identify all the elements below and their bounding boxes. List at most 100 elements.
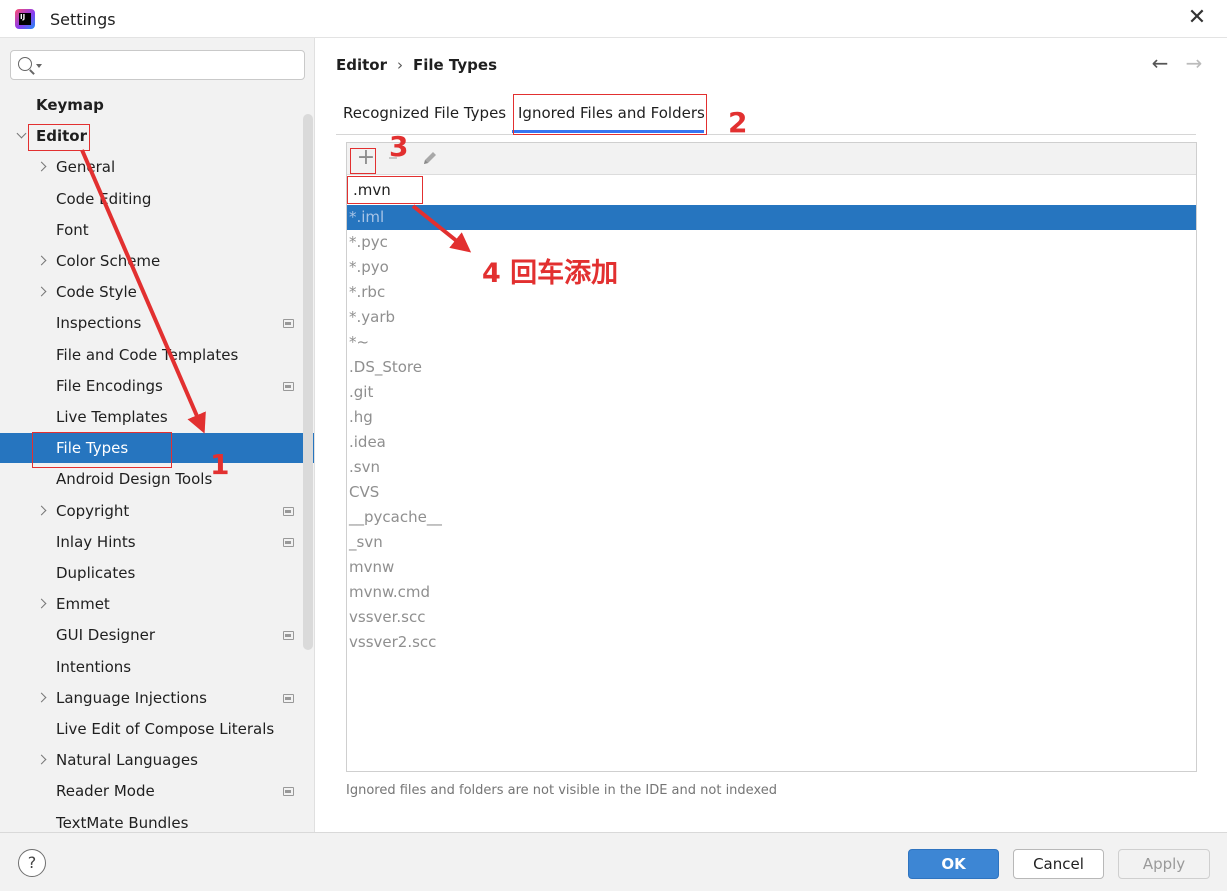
sidebar-item-label: File and Code Templates	[56, 345, 239, 364]
sidebar-item-duplicates[interactable]: Duplicates	[0, 558, 314, 588]
settings-sidebar: Keymap Editor General Code Editing Font Color…	[0, 38, 315, 832]
sidebar-item-label: Font	[56, 220, 89, 239]
tab-recognized-file-types[interactable]: Recognized File Types	[343, 104, 506, 122]
sidebar-item-label: Duplicates	[56, 564, 136, 582]
pencil-icon[interactable]	[421, 149, 439, 167]
list-item[interactable]: .svn	[347, 455, 1196, 480]
sidebar-item-keymap[interactable]: Keymap	[0, 90, 314, 120]
active-tab-indicator	[512, 130, 704, 133]
list-item[interactable]: .hg	[347, 405, 1196, 430]
list-item[interactable]: *.pyo	[347, 255, 1196, 280]
sidebar-item-emmet[interactable]: Emmet	[0, 589, 314, 619]
ignored-patterns-list: *.iml *.pyc *.pyo *.rbc *.yarb *~ .DS_Store .gi…	[347, 205, 1196, 655]
sidebar-item-live-templates[interactable]: Live Templates	[0, 402, 314, 432]
sidebar-item-file-encodings[interactable]: File Encodings	[0, 371, 314, 401]
list-item[interactable]: *~	[347, 330, 1196, 355]
cancel-button[interactable]: Cancel	[1013, 849, 1104, 879]
chevron-right-icon[interactable]	[36, 505, 47, 516]
sidebar-item-code-editing[interactable]: Code Editing	[0, 184, 314, 214]
help-icon[interactable]: ?	[18, 849, 46, 877]
sidebar-item-language-injections[interactable]: Language Injections	[0, 683, 314, 713]
back-arrow-icon[interactable]: ←	[1149, 52, 1171, 74]
sidebar-item-label: Natural Languages	[56, 751, 198, 770]
sidebar-item-font[interactable]: Font	[0, 215, 314, 245]
sidebar-item-color-scheme[interactable]: Color Scheme	[0, 246, 314, 276]
chevron-right-icon[interactable]	[36, 598, 47, 609]
sidebar-item-label: Editor	[36, 127, 87, 146]
sidebar-item-general[interactable]: General	[0, 152, 314, 182]
list-item[interactable]: vssver.scc	[347, 605, 1196, 630]
list-item[interactable]: _svn	[347, 530, 1196, 555]
list-item[interactable]: mvnw.cmd	[347, 580, 1196, 605]
chevron-right-icon[interactable]	[36, 286, 47, 297]
apply-button[interactable]: Apply	[1118, 849, 1210, 879]
list-toolbar: +	[347, 143, 1196, 175]
sidebar-item-reader-mode[interactable]: Reader Mode	[0, 776, 314, 806]
title-bar: IJ Settings ✕	[0, 0, 1227, 38]
project-scope-icon	[283, 506, 294, 516]
search-icon	[18, 57, 32, 71]
sidebar-item-inspections[interactable]: Inspections	[0, 308, 314, 338]
close-icon[interactable]: ✕	[1187, 7, 1207, 29]
new-pattern-input[interactable]	[353, 179, 653, 201]
sidebar-item-label: Emmet	[56, 595, 110, 614]
chevron-right-icon[interactable]	[36, 161, 47, 172]
project-scope-icon	[283, 631, 294, 641]
sidebar-item-textmate-bundles[interactable]: TextMate Bundles	[0, 808, 314, 832]
chevron-right-icon[interactable]	[36, 692, 47, 703]
sidebar-item-copyright[interactable]: Copyright	[0, 496, 314, 526]
sidebar-item-gui-designer[interactable]: GUI Designer	[0, 620, 314, 650]
sidebar-item-label: Reader Mode	[56, 782, 155, 801]
new-pattern-editor[interactable]	[347, 175, 1196, 205]
list-item[interactable]: vssver2.scc	[347, 630, 1196, 655]
sidebar-item-label: Live Edit of Compose Literals	[56, 720, 275, 738]
sidebar-item-live-edit-of-compose-literals[interactable]: Live Edit of Compose Literals	[0, 714, 314, 744]
sidebar-item-file-and-code-templates[interactable]: File and Code Templates	[0, 340, 314, 370]
ok-button[interactable]: OK	[908, 849, 999, 879]
dialog-footer: ? OK Cancel Apply	[0, 832, 1227, 891]
list-item[interactable]: .DS_Store	[347, 355, 1196, 380]
project-scope-icon	[283, 381, 294, 391]
list-item[interactable]: .idea	[347, 430, 1196, 455]
list-item[interactable]: *.pyc	[347, 230, 1196, 255]
sidebar-item-editor[interactable]: Editor	[0, 121, 314, 151]
list-item[interactable]: *.yarb	[347, 305, 1196, 330]
window-title: Settings	[50, 10, 116, 29]
chevron-right-icon[interactable]	[36, 255, 47, 266]
list-item[interactable]: __pycache__	[347, 505, 1196, 530]
file-types-tabs: Recognized File Types Ignored Files and …	[336, 96, 1196, 135]
tab-ignored-files-and-folders[interactable]: Ignored Files and Folders	[518, 104, 705, 122]
sidebar-item-code-style[interactable]: Code Style	[0, 277, 314, 307]
sidebar-item-intentions[interactable]: Intentions	[0, 652, 314, 682]
project-scope-icon	[283, 787, 294, 797]
sidebar-item-label: Color Scheme	[56, 252, 161, 270]
intellij-app-icon: IJ	[15, 9, 35, 29]
list-item[interactable]: CVS	[347, 480, 1196, 505]
sidebar-scrollbar[interactable]	[303, 114, 313, 650]
list-item[interactable]: *.rbc	[347, 280, 1196, 305]
search-input[interactable]	[47, 55, 297, 75]
sidebar-item-label: Keymap	[36, 96, 104, 114]
chevron-down-icon[interactable]	[16, 128, 27, 139]
sidebar-item-file-types[interactable]: File Types	[0, 433, 314, 464]
add-icon[interactable]: +	[355, 147, 377, 169]
project-scope-icon	[283, 537, 294, 547]
sidebar-item-label: File Types	[56, 439, 129, 458]
search-box[interactable]	[10, 50, 305, 80]
ignored-list-panel: + *.iml*.pyc*.pyo*.rbc*.yarb*~.DS_Store.…	[346, 142, 1197, 772]
sidebar-item-label: GUI Designer	[56, 626, 155, 645]
forward-arrow-icon[interactable]: →	[1183, 52, 1205, 74]
sidebar-item-label: General	[56, 158, 116, 177]
list-item[interactable]: *.iml	[347, 205, 1196, 230]
breadcrumb-parent[interactable]: Editor	[336, 56, 387, 74]
sidebar-item-android-design-tools[interactable]: Android Design Tools	[0, 464, 314, 494]
chevron-right-icon[interactable]	[36, 754, 47, 765]
sidebar-item-label: Code Editing	[56, 189, 152, 208]
remove-icon[interactable]	[389, 157, 397, 159]
chevron-down-icon[interactable]	[36, 64, 42, 68]
list-item[interactable]: mvnw	[347, 555, 1196, 580]
sidebar-item-label: Code Style	[56, 283, 137, 302]
sidebar-item-natural-languages[interactable]: Natural Languages	[0, 745, 314, 775]
list-item[interactable]: .git	[347, 380, 1196, 405]
sidebar-item-inlay-hints[interactable]: Inlay Hints	[0, 527, 314, 557]
